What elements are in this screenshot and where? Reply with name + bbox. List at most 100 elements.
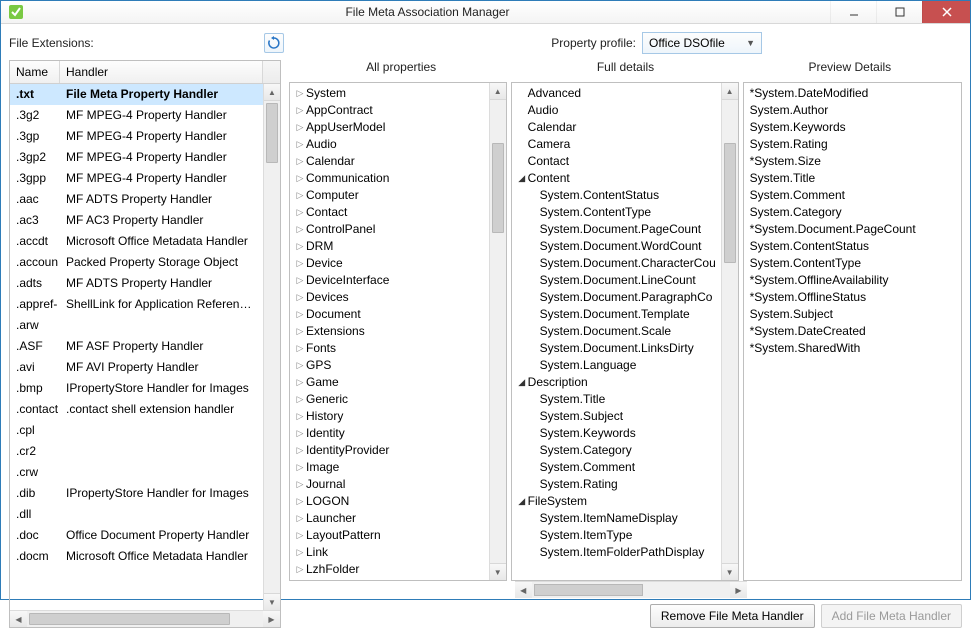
tree-item[interactable]: ▷Document xyxy=(290,306,489,323)
extension-row[interactable]: .crw xyxy=(10,462,263,483)
extension-row[interactable]: .docmMicrosoft Office Metadata Handler xyxy=(10,546,263,567)
tree-item-child[interactable]: System.Title xyxy=(512,391,721,408)
tree-item[interactable]: ◢FileSystem xyxy=(512,493,721,510)
tree-item[interactable]: ▷LzhFolder xyxy=(290,561,489,578)
expand-icon[interactable]: ◢ xyxy=(516,493,528,510)
expand-icon[interactable]: ▷ xyxy=(294,442,306,459)
tree-item[interactable]: ▷Image xyxy=(290,459,489,476)
tree-item[interactable]: Calendar xyxy=(512,119,721,136)
remove-handler-button[interactable]: Remove File Meta Handler xyxy=(650,604,815,628)
expand-icon[interactable]: ▷ xyxy=(294,153,306,170)
extension-row[interactable]: .cr2 xyxy=(10,441,263,462)
tree-item[interactable]: ▷LOGON xyxy=(290,493,489,510)
expand-icon[interactable]: ▷ xyxy=(294,493,306,510)
expand-icon[interactable]: ▷ xyxy=(294,323,306,340)
tree-item[interactable]: Advanced xyxy=(512,85,721,102)
tree-item[interactable]: ▷Audio xyxy=(290,136,489,153)
extension-row[interactable]: .3gppMF MPEG-4 Property Handler xyxy=(10,168,263,189)
tree-item[interactable]: ▷System xyxy=(290,85,489,102)
tree-item[interactable]: ▷LayoutPattern xyxy=(290,527,489,544)
scroll-up-arrow-icon[interactable]: ▲ xyxy=(490,83,506,100)
tree-item-child[interactable]: System.Rating xyxy=(512,476,721,493)
extension-row[interactable]: .txtFile Meta Property Handler xyxy=(10,84,263,105)
extension-row[interactable]: .cpl xyxy=(10,420,263,441)
tree-item-child[interactable]: System.ContentStatus xyxy=(512,187,721,204)
preview-item[interactable]: *System.DateModified xyxy=(750,85,955,102)
extension-row[interactable]: .3gp2MF MPEG-4 Property Handler xyxy=(10,147,263,168)
tree-item[interactable]: ▷Link xyxy=(290,544,489,561)
tree-item[interactable]: ▷Computer xyxy=(290,187,489,204)
tree-item-child[interactable]: System.Keywords xyxy=(512,425,721,442)
expand-icon[interactable]: ▷ xyxy=(294,306,306,323)
full-details-tree[interactable]: AdvancedAudioCalendarCameraContact◢Conte… xyxy=(512,83,721,580)
tree-item-child[interactable]: System.Subject xyxy=(512,408,721,425)
extension-row[interactable]: .docOffice Document Property Handler xyxy=(10,525,263,546)
preview-item[interactable]: System.ContentType xyxy=(750,255,955,272)
expand-icon[interactable]: ▷ xyxy=(294,561,306,578)
expand-icon[interactable]: ▷ xyxy=(294,255,306,272)
preview-item[interactable]: System.Subject xyxy=(750,306,955,323)
vertical-scrollbar[interactable]: ▲ ▼ xyxy=(489,83,506,580)
tree-item[interactable]: ▷DRM xyxy=(290,238,489,255)
scroll-thumb[interactable] xyxy=(492,143,504,233)
scroll-right-arrow-icon[interactable]: ▶ xyxy=(730,582,747,598)
tree-item[interactable]: ◢Content xyxy=(512,170,721,187)
extension-row[interactable]: .ASFMF ASF Property Handler xyxy=(10,336,263,357)
preview-item[interactable]: *System.DateCreated xyxy=(750,323,955,340)
tree-item-child[interactable]: System.Document.LinksDirty xyxy=(512,340,721,357)
expand-icon[interactable]: ▷ xyxy=(294,102,306,119)
tree-item[interactable]: ▷Device xyxy=(290,255,489,272)
horizontal-scrollbar[interactable]: ◀ ▶ xyxy=(515,581,747,598)
extension-row[interactable]: .contact.contact shell extension handler xyxy=(10,399,263,420)
refresh-button[interactable] xyxy=(264,33,284,53)
preview-item[interactable]: *System.OfflineAvailability xyxy=(750,272,955,289)
tree-item-child[interactable]: System.Language xyxy=(512,357,721,374)
expand-icon[interactable]: ▷ xyxy=(294,221,306,238)
preview-item[interactable]: System.Keywords xyxy=(750,119,955,136)
expand-icon[interactable]: ▷ xyxy=(294,85,306,102)
expand-icon[interactable]: ▷ xyxy=(294,425,306,442)
extension-row[interactable]: .appref-ShellLink for Application Refere… xyxy=(10,294,263,315)
tree-item[interactable]: ▷Contact xyxy=(290,204,489,221)
scroll-thumb[interactable] xyxy=(266,103,278,163)
tree-item[interactable]: ▷ControlPanel xyxy=(290,221,489,238)
property-profile-select[interactable]: Office DSOfile ▼ xyxy=(642,32,762,54)
preview-item[interactable]: *System.OfflineStatus xyxy=(750,289,955,306)
scroll-right-arrow-icon[interactable]: ▶ xyxy=(263,611,280,627)
tree-item[interactable]: Audio xyxy=(512,102,721,119)
preview-item[interactable]: System.Rating xyxy=(750,136,955,153)
expand-icon[interactable]: ▷ xyxy=(294,408,306,425)
tree-item-child[interactable]: System.Comment xyxy=(512,459,721,476)
tree-item-child[interactable]: System.Category xyxy=(512,442,721,459)
extension-row[interactable]: .bmpIPropertyStore Handler for Images xyxy=(10,378,263,399)
expand-icon[interactable]: ▷ xyxy=(294,204,306,221)
extension-row[interactable]: .dll xyxy=(10,504,263,525)
scroll-thumb[interactable] xyxy=(724,143,736,263)
expand-icon[interactable]: ▷ xyxy=(294,136,306,153)
tree-item[interactable]: ▷Extensions xyxy=(290,323,489,340)
extensions-list[interactable]: .txtFile Meta Property Handler.3g2MF MPE… xyxy=(10,84,263,610)
scroll-thumb-h[interactable] xyxy=(534,584,643,596)
preview-item[interactable]: *System.Size xyxy=(750,153,955,170)
preview-item[interactable]: System.Author xyxy=(750,102,955,119)
preview-item[interactable]: System.Comment xyxy=(750,187,955,204)
expand-icon[interactable]: ▷ xyxy=(294,459,306,476)
tree-item-child[interactable]: System.Document.LineCount xyxy=(512,272,721,289)
extension-row[interactable]: .accounPacked Property Storage Object xyxy=(10,252,263,273)
scroll-down-arrow-icon[interactable]: ▼ xyxy=(722,563,738,580)
scroll-up-arrow-icon[interactable]: ▲ xyxy=(264,84,280,101)
expand-icon[interactable]: ▷ xyxy=(294,272,306,289)
column-handler[interactable]: Handler xyxy=(60,61,263,83)
vertical-scrollbar[interactable]: ▲ ▼ xyxy=(721,83,738,580)
tree-item-child[interactable]: System.ItemFolderPathDisplay xyxy=(512,544,721,561)
tree-item[interactable]: ▷Calendar xyxy=(290,153,489,170)
expand-icon[interactable]: ▷ xyxy=(294,544,306,561)
expand-icon[interactable]: ▷ xyxy=(294,238,306,255)
horizontal-scrollbar[interactable]: ◀ ▶ xyxy=(10,610,280,627)
expand-icon[interactable]: ▷ xyxy=(294,340,306,357)
tree-item-child[interactable]: System.ContentType xyxy=(512,204,721,221)
maximize-button[interactable] xyxy=(876,1,922,23)
expand-icon[interactable]: ▷ xyxy=(294,289,306,306)
tree-item[interactable]: ▷History xyxy=(290,408,489,425)
tree-item[interactable]: Camera xyxy=(512,136,721,153)
